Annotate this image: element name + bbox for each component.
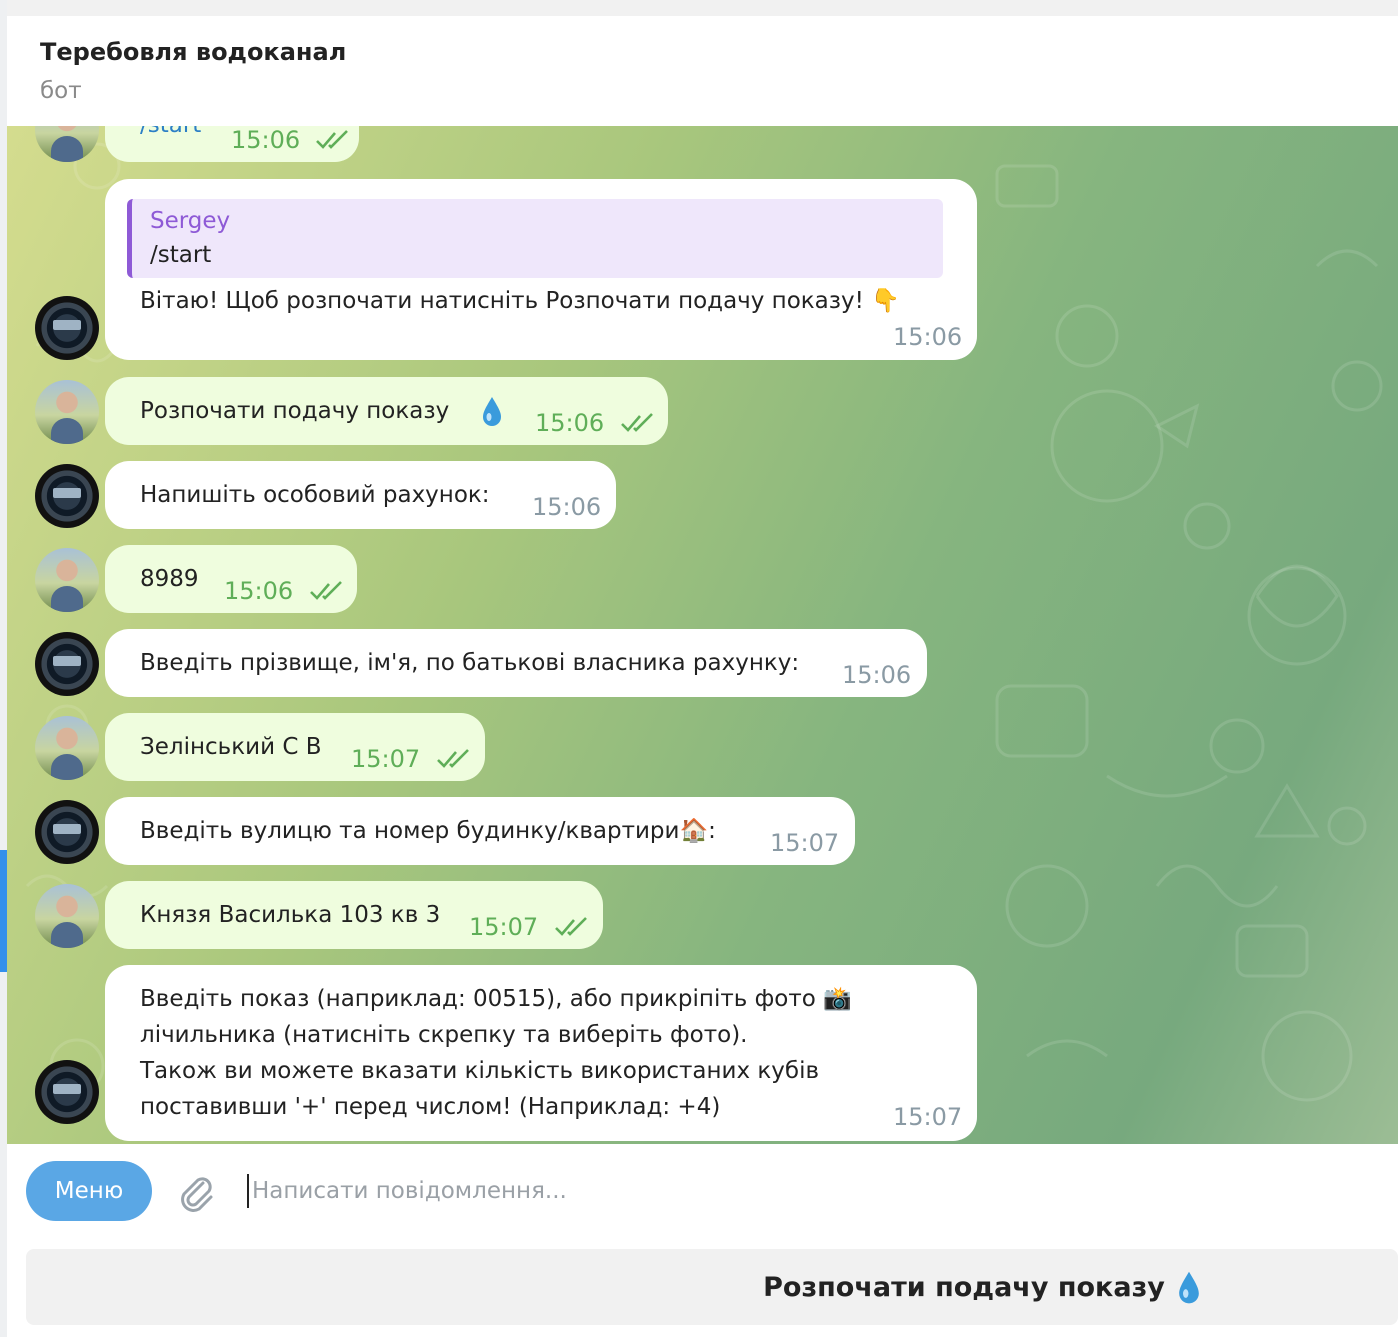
message-text: Введіть вулицю та номер будинку/квартири… xyxy=(140,818,716,844)
outgoing-message[interactable]: Князя Василька 103 кв 3 15:07 xyxy=(105,881,603,949)
start-reading-button[interactable]: Розпочати подачу показу xyxy=(26,1249,1398,1325)
keyboard-button-label: Розпочати подачу показу xyxy=(763,1271,1165,1303)
message-text: Князя Василька 103 кв 3 xyxy=(140,902,441,928)
message-time: 15:06 xyxy=(893,323,963,351)
reply-text: /start xyxy=(150,242,212,268)
menu-button[interactable]: Меню xyxy=(26,1161,152,1221)
message-text: Розпочати подачу показу xyxy=(140,398,450,424)
top-band xyxy=(7,0,1398,16)
bot-avatar[interactable] xyxy=(35,800,99,864)
message-time: 15:07 xyxy=(893,1103,963,1131)
message-composer: Меню xyxy=(7,1144,1398,1240)
reply-quote[interactable]: Sergey /start xyxy=(127,199,943,278)
double-check-icon xyxy=(437,749,469,768)
double-check-icon xyxy=(555,917,587,936)
left-panel-edge xyxy=(0,0,7,1337)
water-drop-icon xyxy=(1179,1271,1199,1304)
message-line: поставивши '+' перед числом! (Наприклад:… xyxy=(140,1094,721,1120)
bot-avatar[interactable] xyxy=(35,296,99,360)
water-drop-icon xyxy=(483,397,501,426)
double-check-icon xyxy=(316,130,348,149)
message-line: Введіть показ (наприклад: 00515), або пр… xyxy=(140,986,852,1012)
message-text: Напишіть особовий рахунок: xyxy=(140,482,490,508)
message-time: 15:06 xyxy=(842,661,912,689)
message-time: 15:06 xyxy=(535,409,605,437)
user-avatar[interactable] xyxy=(35,380,99,444)
telegram-window: Теребовля водоканал бот /start 15:06 xyxy=(0,0,1398,1337)
incoming-message[interactable]: Введіть вулицю та номер будинку/квартири… xyxy=(105,797,855,865)
message-list[interactable]: /start 15:06 Sergey /start Вітаю! Щоб ро… xyxy=(7,126,1398,1144)
outgoing-message[interactable]: Розпочати подачу показу 15:06 xyxy=(105,377,668,445)
incoming-message[interactable]: Введіть показ (наприклад: 00515), або пр… xyxy=(105,965,977,1141)
message-time: 15:06 xyxy=(224,577,294,605)
message-line: лічильника (натисніть скрепку та виберіт… xyxy=(140,1022,748,1048)
bot-avatar[interactable] xyxy=(35,632,99,696)
chat-header[interactable]: Теребовля водоканал бот xyxy=(7,16,1398,126)
message-text: 8989 xyxy=(140,566,199,592)
user-avatar[interactable] xyxy=(35,548,99,612)
double-check-icon xyxy=(621,413,653,432)
message-time: 15:06 xyxy=(231,126,301,154)
chat-title: Теребовля водоканал xyxy=(40,38,347,66)
paperclip-icon[interactable] xyxy=(175,1171,217,1213)
message-time: 15:07 xyxy=(351,745,421,773)
message-text: Введіть прізвище, ім'я, по батькові влас… xyxy=(140,650,800,676)
message-text[interactable]: /start xyxy=(140,126,201,143)
outgoing-message[interactable]: 8989 15:06 xyxy=(105,545,357,613)
message-text: Вітаю! Щоб розпочати натисніть Розпочати… xyxy=(140,288,900,314)
message-input[interactable] xyxy=(252,1173,852,1209)
message-text: Введіть показ (наприклад: 00515), або пр… xyxy=(140,981,852,1125)
user-avatar[interactable] xyxy=(35,884,99,948)
reply-keyboard: Розпочати подачу показу xyxy=(7,1240,1398,1337)
outgoing-message[interactable]: Зелінський С В 15:07 xyxy=(105,713,485,781)
incoming-message[interactable]: Введіть прізвище, ім'я, по батькові влас… xyxy=(105,629,927,697)
user-avatar[interactable] xyxy=(35,716,99,780)
double-check-icon xyxy=(310,581,342,600)
incoming-message[interactable]: Напишіть особовий рахунок: 15:06 xyxy=(105,461,616,529)
message-text: Зелінський С В xyxy=(140,734,322,760)
active-chat-indicator xyxy=(0,850,7,972)
incoming-message[interactable]: Sergey /start Вітаю! Щоб розпочати натис… xyxy=(105,179,977,360)
bot-avatar[interactable] xyxy=(35,464,99,528)
reply-sender: Sergey xyxy=(150,208,231,234)
bot-avatar[interactable] xyxy=(35,1060,99,1124)
outgoing-message[interactable]: /start 15:06 xyxy=(105,126,359,162)
text-caret xyxy=(247,1174,249,1208)
message-time: 15:06 xyxy=(532,493,602,521)
message-time: 15:07 xyxy=(770,829,840,857)
message-line: Також ви можете вказати кількість викори… xyxy=(140,1058,820,1084)
message-time: 15:07 xyxy=(469,913,539,941)
chat-subtitle: бот xyxy=(40,78,82,104)
